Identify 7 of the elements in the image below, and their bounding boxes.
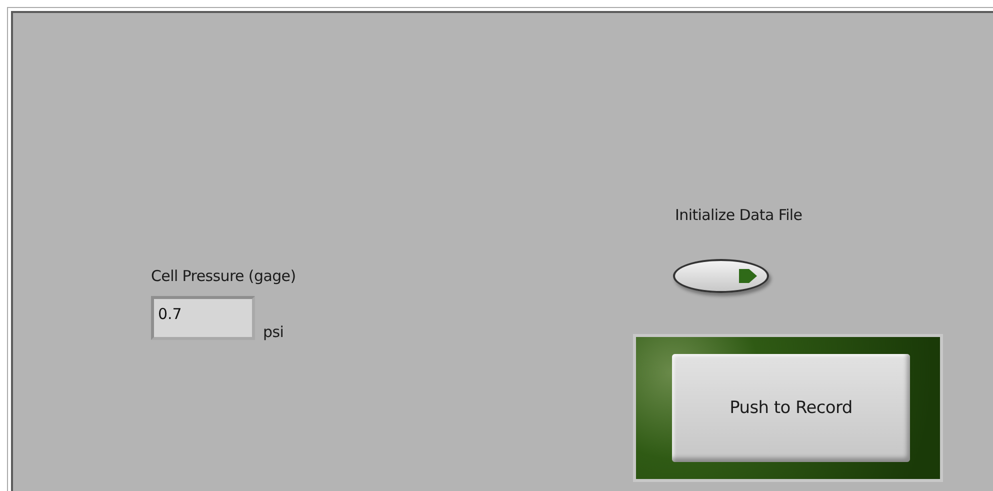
toggle-switch[interactable] — [673, 259, 769, 293]
numeric-field[interactable]: 0.7 — [151, 296, 255, 340]
record-button[interactable]: Push to Record — [672, 354, 910, 462]
unit-label: psi — [263, 323, 284, 341]
toggle-label: Initialize Data File — [675, 206, 802, 224]
led-arrow-icon — [737, 267, 759, 285]
numeric-label: Cell Pressure (gage) — [151, 267, 296, 285]
